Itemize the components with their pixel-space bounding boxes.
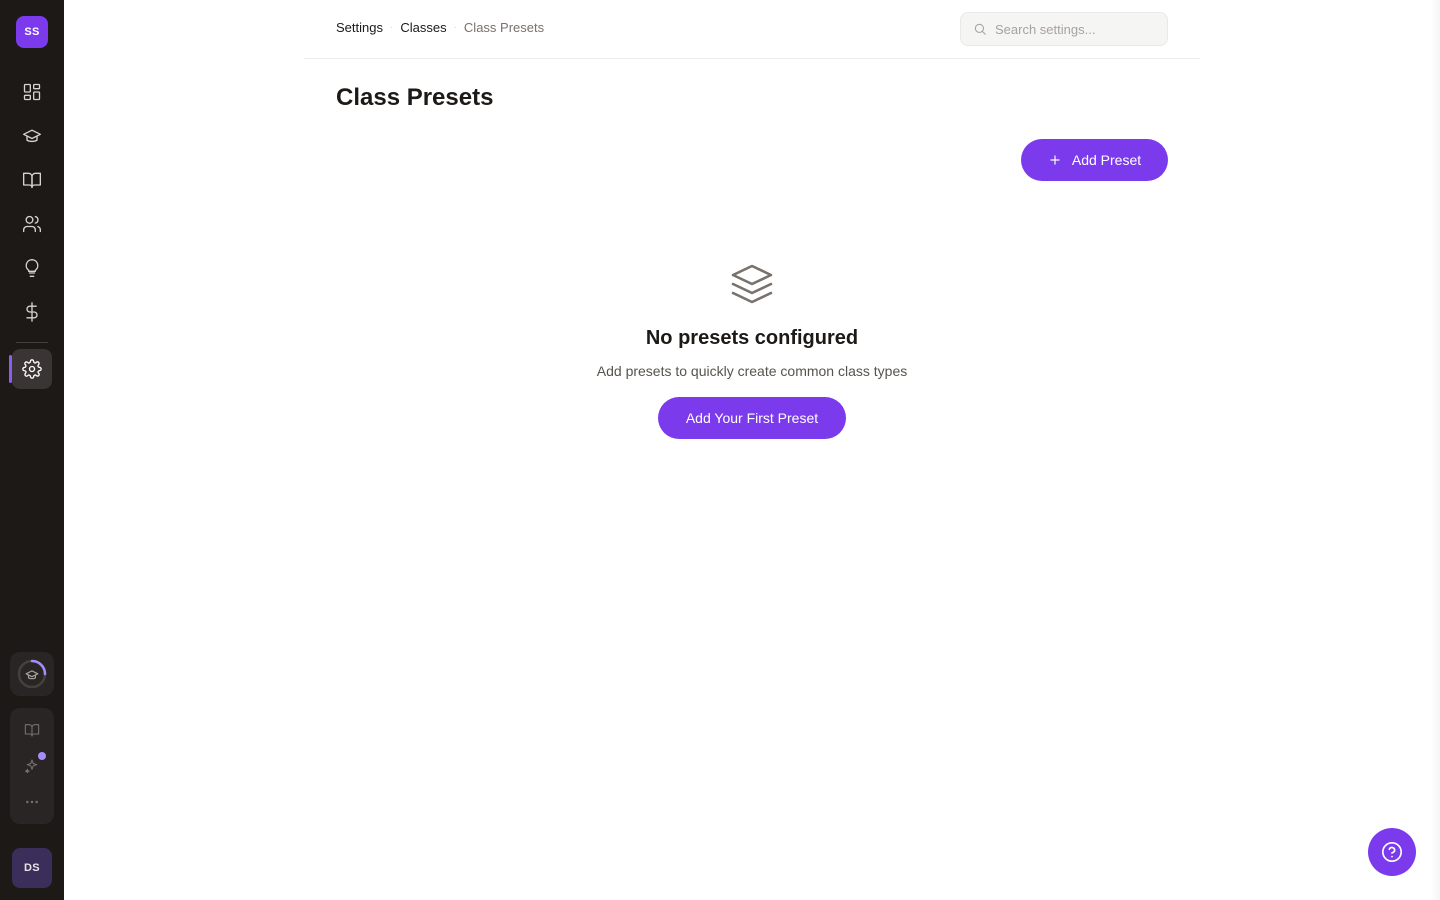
window-edge (1430, 0, 1440, 900)
progress-ring-icon (17, 659, 47, 689)
plus-icon (1050, 155, 1060, 165)
empty-state-title: No presets configured (645, 327, 859, 349)
more-icon (26, 800, 38, 804)
sparkles-icon (24, 759, 38, 774)
notification-dot (38, 752, 46, 760)
breadcrumb-separator: · (453, 22, 457, 33)
book-open-icon (23, 172, 41, 189)
add-first-preset-button[interactable]: Add Your First Preset (658, 397, 846, 439)
settings-search[interactable] (960, 12, 1168, 46)
more-button[interactable] (20, 790, 44, 814)
dollar-icon (26, 302, 38, 322)
users-icon (23, 215, 42, 233)
nav-library[interactable] (12, 160, 52, 200)
lightbulb-icon (25, 259, 39, 277)
add-preset-label: Add Preset (1071, 152, 1142, 168)
breadcrumb-classes[interactable]: Classes (400, 20, 446, 35)
nav-ideas[interactable] (12, 248, 52, 288)
nav-classes[interactable] (12, 116, 52, 156)
add-preset-button[interactable]: Add Preset (1021, 139, 1168, 181)
breadcrumb-current: Class Presets (463, 20, 545, 35)
graduation-cap-icon (23, 129, 41, 143)
help-circle-icon (1382, 842, 1402, 862)
app-root: SS DS Settings · Classes · Class Presets… (0, 0, 1440, 900)
breadcrumb-settings[interactable]: Settings (336, 20, 383, 35)
sidebar: SS DS (0, 0, 64, 900)
nav-people[interactable] (12, 204, 52, 244)
main-content: Settings · Classes · Class Presets Class… (64, 0, 1440, 900)
nav-settings[interactable] (12, 349, 52, 389)
tools-panel (10, 708, 54, 824)
search-input[interactable] (995, 21, 1155, 37)
dashboard-icon (23, 83, 41, 101)
gear-icon (22, 359, 42, 379)
help-button[interactable] (1368, 828, 1416, 876)
sidebar-divider (16, 342, 48, 343)
page-title: Class Presets (336, 84, 494, 111)
breadcrumb-separator: · (389, 22, 394, 33)
nav-dashboard[interactable] (12, 72, 52, 112)
user-avatar[interactable]: DS (12, 848, 52, 888)
search-icon (974, 23, 986, 35)
settings-header: Settings · Classes · Class Presets (304, 0, 1200, 59)
book-icon (24, 724, 40, 737)
nav-billing[interactable] (12, 292, 52, 332)
layers-icon (728, 262, 776, 310)
empty-state-description: Add presets to quickly create common cla… (596, 363, 908, 379)
org-avatar[interactable]: SS (16, 16, 48, 48)
breadcrumb: Settings · Classes · Class Presets (336, 20, 544, 35)
onboarding-progress[interactable] (10, 652, 54, 696)
docs-button[interactable] (20, 718, 44, 742)
